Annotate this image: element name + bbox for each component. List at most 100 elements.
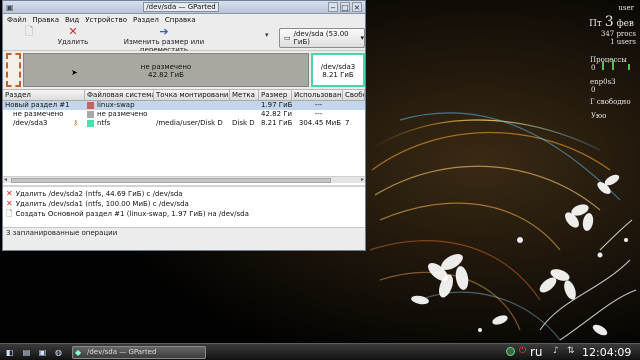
browser-icon[interactable]: ◍ <box>53 347 64 358</box>
diskmap-sda3-label: /dev/sda3 <box>320 63 356 71</box>
horizontal-scrollbar[interactable]: ◂ ▸ <box>3 176 365 183</box>
maximize-button[interactable]: □ <box>340 2 350 12</box>
file-manager-icon[interactable]: ▣ <box>37 347 48 358</box>
mouse-cursor-icon: ➤ <box>71 68 78 77</box>
device-selector[interactable]: ▭ /dev/sda (53.00 ГиБ) ▾ <box>279 28 365 48</box>
fs-color-swatch <box>87 120 94 127</box>
col-label[interactable]: Метка <box>230 90 259 100</box>
cell-partition: /dev/sda3 ⚷ <box>3 119 85 128</box>
app-menu-icon[interactable]: ◧ <box>4 347 15 358</box>
menu-partition[interactable]: Раздел <box>133 16 159 24</box>
menu-help[interactable]: Справка <box>165 16 196 24</box>
toolbar-overflow-icon[interactable]: ▾ <box>265 31 269 39</box>
menu-view[interactable]: Вид <box>65 16 79 24</box>
conky-widget: user Пт 3 фев 347 procs 1 users Процессы… <box>578 2 640 120</box>
table-row[interactable]: /dev/sda3 ⚷ ntfs /media/user/Disk D Disk… <box>3 119 365 128</box>
clock[interactable]: 12:04:09 <box>582 346 631 359</box>
conky-free-label: Г свободно <box>590 98 631 106</box>
operation-text: Создать Основной раздел #1 (linux-swap, … <box>15 210 249 218</box>
conky-net-label: enp0s3 <box>590 78 616 86</box>
delete-button[interactable]: ✕ Удалить <box>53 25 93 47</box>
col-size[interactable]: Размер <box>259 90 292 100</box>
terminal-icon[interactable]: ▤ <box>21 347 32 358</box>
cell-partition-text: /dev/sda3 <box>13 119 48 127</box>
cell-mountpoint <box>154 110 230 119</box>
operation-item[interactable]: 🗋 Создать Основной раздел #1 (linux-swap… <box>6 209 365 219</box>
delete-x-icon: ✕ <box>68 25 78 38</box>
cell-label <box>230 110 259 119</box>
volume-icon[interactable]: ♪ <box>553 346 559 356</box>
partition-table: Раздел Файловая система Точка монтирован… <box>3 89 365 185</box>
menu-file[interactable]: Файл <box>7 16 26 24</box>
minimize-button[interactable]: ‒ <box>328 2 338 12</box>
cell-filesystem-text: не размечено <box>97 110 148 118</box>
keyboard-layout-indicator[interactable]: ru <box>530 345 543 359</box>
close-button[interactable]: × <box>352 2 362 12</box>
cell-free <box>343 110 365 119</box>
table-row[interactable]: не размечено не размечено 42.82 ГиБ --- <box>3 110 365 119</box>
disk-map: не размечено 42.82 ГиБ /dev/sda3 8.21 Ги… <box>3 51 365 89</box>
col-mountpoint[interactable]: Точка монтирования <box>154 90 230 100</box>
cell-size: 1.97 ГиБ <box>261 101 292 109</box>
delete-x-icon: ✕ <box>6 189 13 198</box>
power-icon[interactable]: ⏻ <box>519 346 526 356</box>
taskbar-task-gparted[interactable]: ◆ /dev/sda — GParted <box>72 346 206 359</box>
conky-processes-label: Процессы <box>590 56 627 64</box>
cell-label: Disk D <box>232 119 255 127</box>
diskmap-swap-partition[interactable] <box>6 53 21 87</box>
conky-day: 3 <box>604 14 614 30</box>
scroll-left-icon[interactable]: ◂ <box>4 176 7 183</box>
conky-bar <box>628 64 630 70</box>
new-document-icon: 🗋 <box>6 209 13 218</box>
chevron-down-icon: ▾ <box>360 34 364 42</box>
cell-partition: Новый раздел #1 <box>5 101 70 109</box>
cell-mountpoint: /media/user/Disk D <box>156 119 223 127</box>
cell-used: --- <box>314 110 323 118</box>
new-document-icon: 🗋 <box>24 25 34 38</box>
window-title: /dev/sda — GParted <box>143 2 219 12</box>
scrollbar-thumb[interactable] <box>11 178 331 183</box>
cell-free: 7 <box>345 119 350 127</box>
cell-size: 42.82 ГиБ <box>261 110 292 118</box>
conky-procs: 347 procs <box>600 30 636 38</box>
diskmap-sda3-partition[interactable]: /dev/sda3 8.21 ГиБ <box>311 53 365 87</box>
diskmap-unallocated-size: 42.82 ГиБ <box>148 71 184 79</box>
scroll-right-icon[interactable]: ▸ <box>361 176 364 183</box>
network-icon[interactable]: ⇅ <box>567 346 575 356</box>
gparted-icon: ◆ <box>75 348 82 357</box>
delete-x-icon: ✕ <box>6 199 13 208</box>
conky-bar <box>612 60 614 70</box>
new-partition-button[interactable]: 🗋 <box>19 26 39 38</box>
gparted-window: ▣ /dev/sda — GParted ‒ □ × Файл Правка В… <box>2 0 366 251</box>
conky-user: user <box>618 4 634 12</box>
diskmap-unallocated[interactable]: не размечено 42.82 ГиБ <box>23 53 309 87</box>
cell-filesystem: linux-swap <box>85 101 154 110</box>
cell-used: --- <box>314 101 323 109</box>
conky-bar <box>602 62 604 70</box>
conky-date: Пт 3 фев <box>578 14 640 30</box>
operation-item[interactable]: ✕ Удалить /dev/sda1 (ntfs, 100.00 МиБ) с… <box>6 199 365 209</box>
cell-filesystem-text: ntfs <box>97 119 111 127</box>
col-free[interactable]: Свобод <box>343 90 365 100</box>
conky-month: фев <box>616 19 634 29</box>
resize-move-button[interactable]: ➔ Изменить размер или переместить <box>99 25 229 55</box>
resize-arrow-icon: ➔ <box>159 25 169 38</box>
col-filesystem[interactable]: Файловая система <box>85 90 154 100</box>
table-row[interactable]: Новый раздел #1 linux-swap 1.97 ГиБ --- <box>3 101 365 110</box>
cell-filesystem: не размечено <box>85 110 154 119</box>
status-bar: 3 запланированные операции <box>3 227 365 237</box>
diskmap-unallocated-label: не размечено <box>140 63 192 71</box>
col-partition[interactable]: Раздел <box>3 90 85 100</box>
cell-mountpoint <box>154 101 230 110</box>
operation-item[interactable]: ✕ Удалить /dev/sda2 (ntfs, 44.69 ГиБ) с … <box>6 189 365 199</box>
menu-device[interactable]: Устройство <box>85 16 127 24</box>
title-bar[interactable]: ▣ /dev/sda — GParted ‒ □ × <box>3 1 365 14</box>
menu-edit[interactable]: Правка <box>32 16 59 24</box>
mounted-key-icon: ⚷ <box>73 119 79 127</box>
col-used[interactable]: Использовано <box>292 90 343 100</box>
harddisk-icon: ▭ <box>284 34 291 42</box>
tray-status-icon[interactable] <box>506 347 515 356</box>
window-menu-icon[interactable]: ▣ <box>6 3 14 12</box>
fs-color-swatch <box>87 102 94 109</box>
toolbar: 🗋 ✕ Удалить ➔ Изменить размер или переме… <box>3 25 365 55</box>
